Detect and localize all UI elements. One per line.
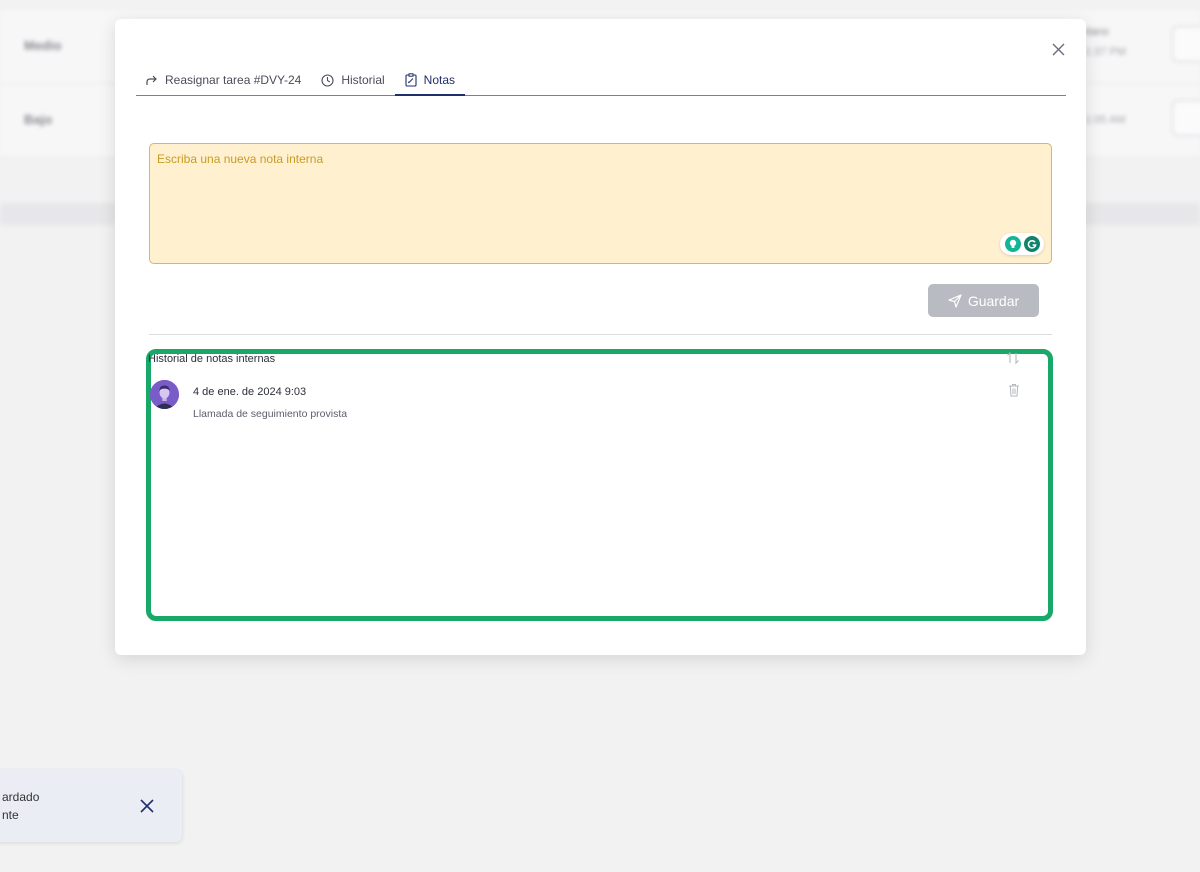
close-icon <box>1052 43 1064 55</box>
toast-message-secondary: nte <box>2 808 19 822</box>
tab-reassign[interactable]: Reasignar tarea #DVY-24 <box>136 65 311 95</box>
note-text: Llamada de seguimiento provista <box>193 408 348 420</box>
history-title: Historial de notas internas <box>148 353 276 365</box>
avatar <box>150 380 179 409</box>
row-time: 1:05 AM <box>1085 114 1126 126</box>
send-icon <box>948 293 962 308</box>
toast-close-button[interactable] <box>138 797 156 815</box>
trash-icon[interactable] <box>1008 383 1020 402</box>
row-meta: itano <box>1085 26 1109 38</box>
save-button[interactable]: Guardar <box>928 284 1039 317</box>
sort-icon[interactable] <box>1006 351 1020 370</box>
note-date: 4 de ene. de 2024 9:03 <box>193 386 307 398</box>
notes-modal: Reasignar tarea #DVY-24 Historial Notas <box>115 19 1086 655</box>
save-button-label: Guardar <box>967 292 1020 309</box>
tab-label: Historial <box>341 73 385 87</box>
close-button[interactable] <box>1048 39 1068 59</box>
tab-history[interactable]: Historial <box>311 65 394 95</box>
tab-label: Notas <box>423 72 456 87</box>
note-item: 4 de ene. de 2024 9:03 Llamada de seguim… <box>150 380 1030 430</box>
row-time: 1:37 PM <box>1085 46 1126 58</box>
reassign-arrow-icon <box>146 75 157 85</box>
grammar-assistant[interactable] <box>1000 233 1044 255</box>
new-note-input[interactable] <box>149 143 1052 264</box>
modal-tabs: Reasignar tarea #DVY-24 Historial Notas <box>136 65 1066 96</box>
lightbulb-icon[interactable] <box>1004 236 1021 252</box>
priority-label: Bajo <box>24 112 53 127</box>
close-icon <box>140 799 154 813</box>
section-divider <box>149 334 1052 335</box>
toast-notification: ardado nte <box>0 770 182 842</box>
tab-label: Reasignar tarea #DVY-24 <box>165 73 302 87</box>
clock-icon <box>321 73 334 87</box>
row-action-button <box>1172 100 1200 136</box>
priority-label: Medio <box>24 38 62 53</box>
row-action-button <box>1172 26 1200 62</box>
notes-icon <box>405 72 417 87</box>
tab-notes[interactable]: Notas <box>394 65 466 96</box>
grammarly-icon[interactable] <box>1023 236 1040 252</box>
toast-message: ardado <box>2 790 40 804</box>
